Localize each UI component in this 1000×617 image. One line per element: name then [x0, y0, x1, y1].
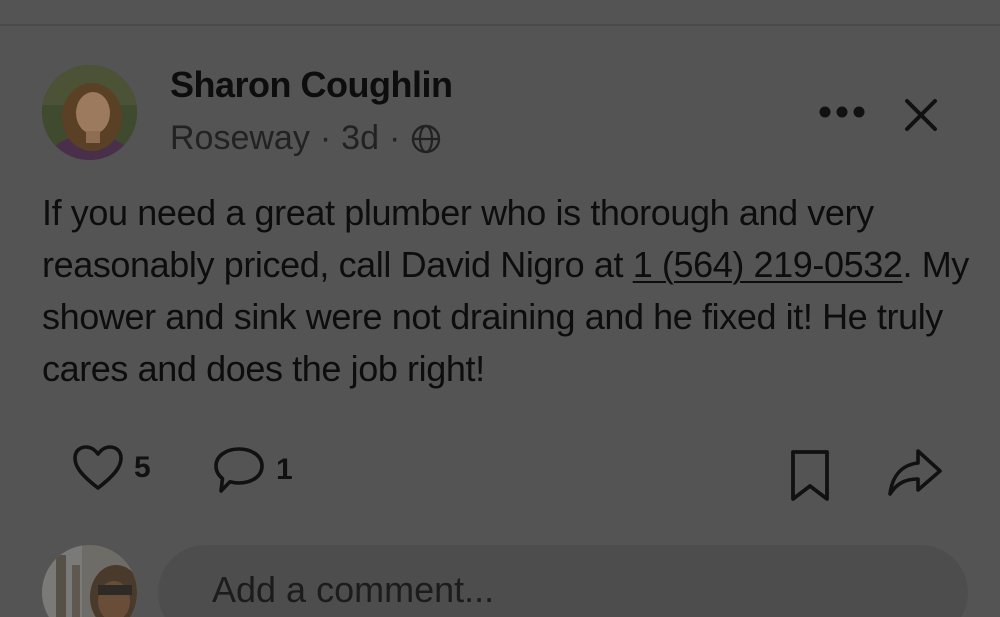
- bookmark-icon: [791, 450, 829, 501]
- more-horizontal-icon: [819, 106, 865, 118]
- comment-bubble-icon: [214, 447, 264, 493]
- close-button[interactable]: [896, 90, 946, 140]
- like-count: 5: [134, 451, 151, 484]
- author-avatar[interactable]: [42, 65, 137, 160]
- share-button[interactable]: [886, 446, 944, 500]
- phone-number-link[interactable]: 1 (564) 219-0532: [633, 244, 903, 285]
- like-button[interactable]: 5: [72, 444, 151, 492]
- author-name[interactable]: Sharon Coughlin: [170, 64, 453, 106]
- top-divider: [0, 24, 1000, 26]
- meta-separator: ·: [319, 119, 332, 157]
- comment-placeholder: Add a comment...: [212, 569, 495, 610]
- post-detail-screen: Sharon Coughlin Roseway · 3d · If you ne…: [0, 0, 1000, 617]
- post-body: If you need a great plumber who is thoro…: [42, 187, 977, 395]
- meta-separator: ·: [389, 119, 401, 157]
- close-icon: [905, 99, 937, 131]
- current-user-avatar: [42, 545, 137, 617]
- author-photo: [42, 65, 137, 160]
- post-meta: Roseway · 3d ·: [170, 119, 442, 158]
- user-photo: [42, 545, 137, 617]
- share-arrow-icon: [888, 449, 942, 496]
- comment-input[interactable]: Add a comment...: [158, 545, 968, 617]
- globe-icon: [410, 123, 442, 155]
- comment-count: 1: [276, 453, 293, 486]
- more-options-button[interactable]: [812, 92, 872, 132]
- save-button[interactable]: [786, 448, 834, 504]
- comment-button[interactable]: 1: [212, 444, 293, 496]
- heart-icon: [73, 445, 123, 490]
- neighborhood-link[interactable]: Roseway: [170, 119, 310, 158]
- post-age: 3d: [341, 119, 379, 157]
